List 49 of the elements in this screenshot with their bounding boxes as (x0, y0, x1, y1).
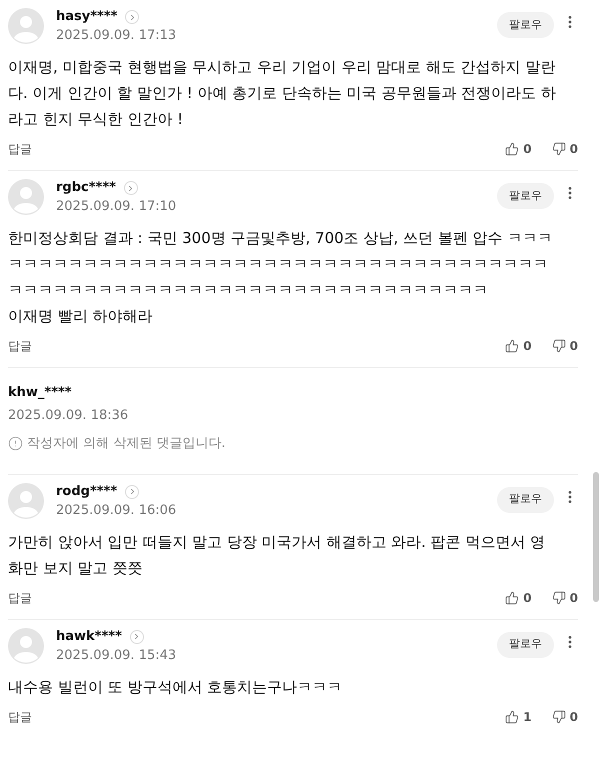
profile-chevron-icon[interactable] (125, 10, 140, 24)
avatar-icon (8, 628, 44, 664)
like-button[interactable]: 0 (505, 337, 532, 355)
comment-text: 가만히 앉아서 입만 떠들지 말고 당장 미국가서 해결하고 와라. 팝콘 먹으면서 영화만 보지 말고 쯧쯧 (8, 532, 546, 578)
profile-chevron-icon[interactable] (124, 181, 138, 195)
profile-chevron-icon[interactable] (130, 630, 144, 644)
follow-button[interactable]: 팔로우 (497, 486, 554, 512)
reply-link[interactable]: 답글 (8, 588, 32, 606)
comment-date: 2025.09.09. 15:43 (56, 646, 178, 664)
avatar-icon (8, 8, 44, 44)
thumbs-down-icon (552, 339, 566, 353)
follow-button[interactable]: 팔로우 (497, 632, 554, 658)
thumbs-down-icon (552, 142, 566, 156)
author-name[interactable]: hasy**** (56, 8, 118, 26)
thumbs-up-icon (505, 339, 520, 353)
thumbs-down-icon (552, 710, 566, 724)
thumbs-down-icon (552, 590, 566, 604)
author-name: khw_**** (8, 384, 73, 402)
avatar-icon (8, 482, 44, 518)
scrollbar-thumb[interactable] (593, 472, 599, 602)
deleted-notice: 작성자에 의해 삭제된 댓글입니다. (27, 435, 226, 453)
profile-chevron-icon[interactable] (125, 484, 140, 498)
comment-text: 이재명, 미합중국 현행법을 무시하고 우리 기업이 우리 맘대로 해도 간섭하지 말란다. 이게 인간이 할 말인가 ! 아예 총기로 단속하는 미국 공무원들과 전쟁이라도 하라고 힌지 무식한 인간아 ! (8, 57, 556, 130)
comment-date: 2025.09.09. 16:06 (56, 502, 178, 520)
avatar-icon (8, 179, 44, 215)
follow-button[interactable]: 팔로우 (497, 12, 554, 38)
thumbs-up-icon (505, 710, 520, 724)
dislike-button[interactable]: 0 (552, 337, 578, 355)
comment-date: 2025.09.09. 17:13 (56, 27, 178, 45)
comment-text: 한미정상회담 결과 : 국민 300명 구금및추방, 700조 상납, 쓰던 볼펜 압수 ㅋㅋㅋㅋㅋㅋㅋㅋㅋㅋㅋㅋㅋㅋㅋㅋㅋㅋㅋㅋㅋㅋㅋㅋㅋㅋㅋㅋㅋㅋㅋㅋㅋㅋㅋㅋㅋㅋㅋㅋㅋㅋㅋㅋㅋㅋㅋㅋㅋㅋㅋㅋㅋㅋㅋㅋㅋㅋㅋㅋㅋㅋㅋㅋㅋㅋㅋㅋㅋㅋㅋ 이재명 빨리 하야해라 (8, 228, 554, 327)
comment-text: 내수용 빌런이 또 방구석에서 호통치는구나ㅋㅋㅋ (8, 676, 344, 698)
reply-link[interactable]: 답글 (8, 337, 32, 355)
reply-link[interactable]: 답글 (8, 140, 32, 158)
dislike-button[interactable]: 0 (552, 708, 578, 726)
dislike-button[interactable]: 0 (552, 140, 578, 158)
thumbs-up-icon (505, 590, 520, 604)
comment-date: 2025.09.09. 17:10 (56, 198, 178, 216)
dislike-button[interactable]: 0 (552, 588, 578, 606)
alert-icon (8, 436, 23, 452)
reply-link[interactable]: 답글 (8, 708, 32, 726)
like-button[interactable]: 0 (505, 140, 532, 158)
like-button[interactable]: 0 (505, 588, 532, 606)
author-name[interactable]: rgbc**** (56, 179, 116, 197)
comment-date: 2025.09.09. 18:36 (8, 407, 130, 425)
thumbs-up-icon (505, 142, 520, 156)
like-button[interactable]: 1 (505, 708, 532, 726)
follow-button[interactable]: 팔로우 (497, 183, 554, 209)
author-name[interactable]: rodg**** (56, 482, 118, 500)
author-name[interactable]: hawk**** (56, 628, 122, 646)
